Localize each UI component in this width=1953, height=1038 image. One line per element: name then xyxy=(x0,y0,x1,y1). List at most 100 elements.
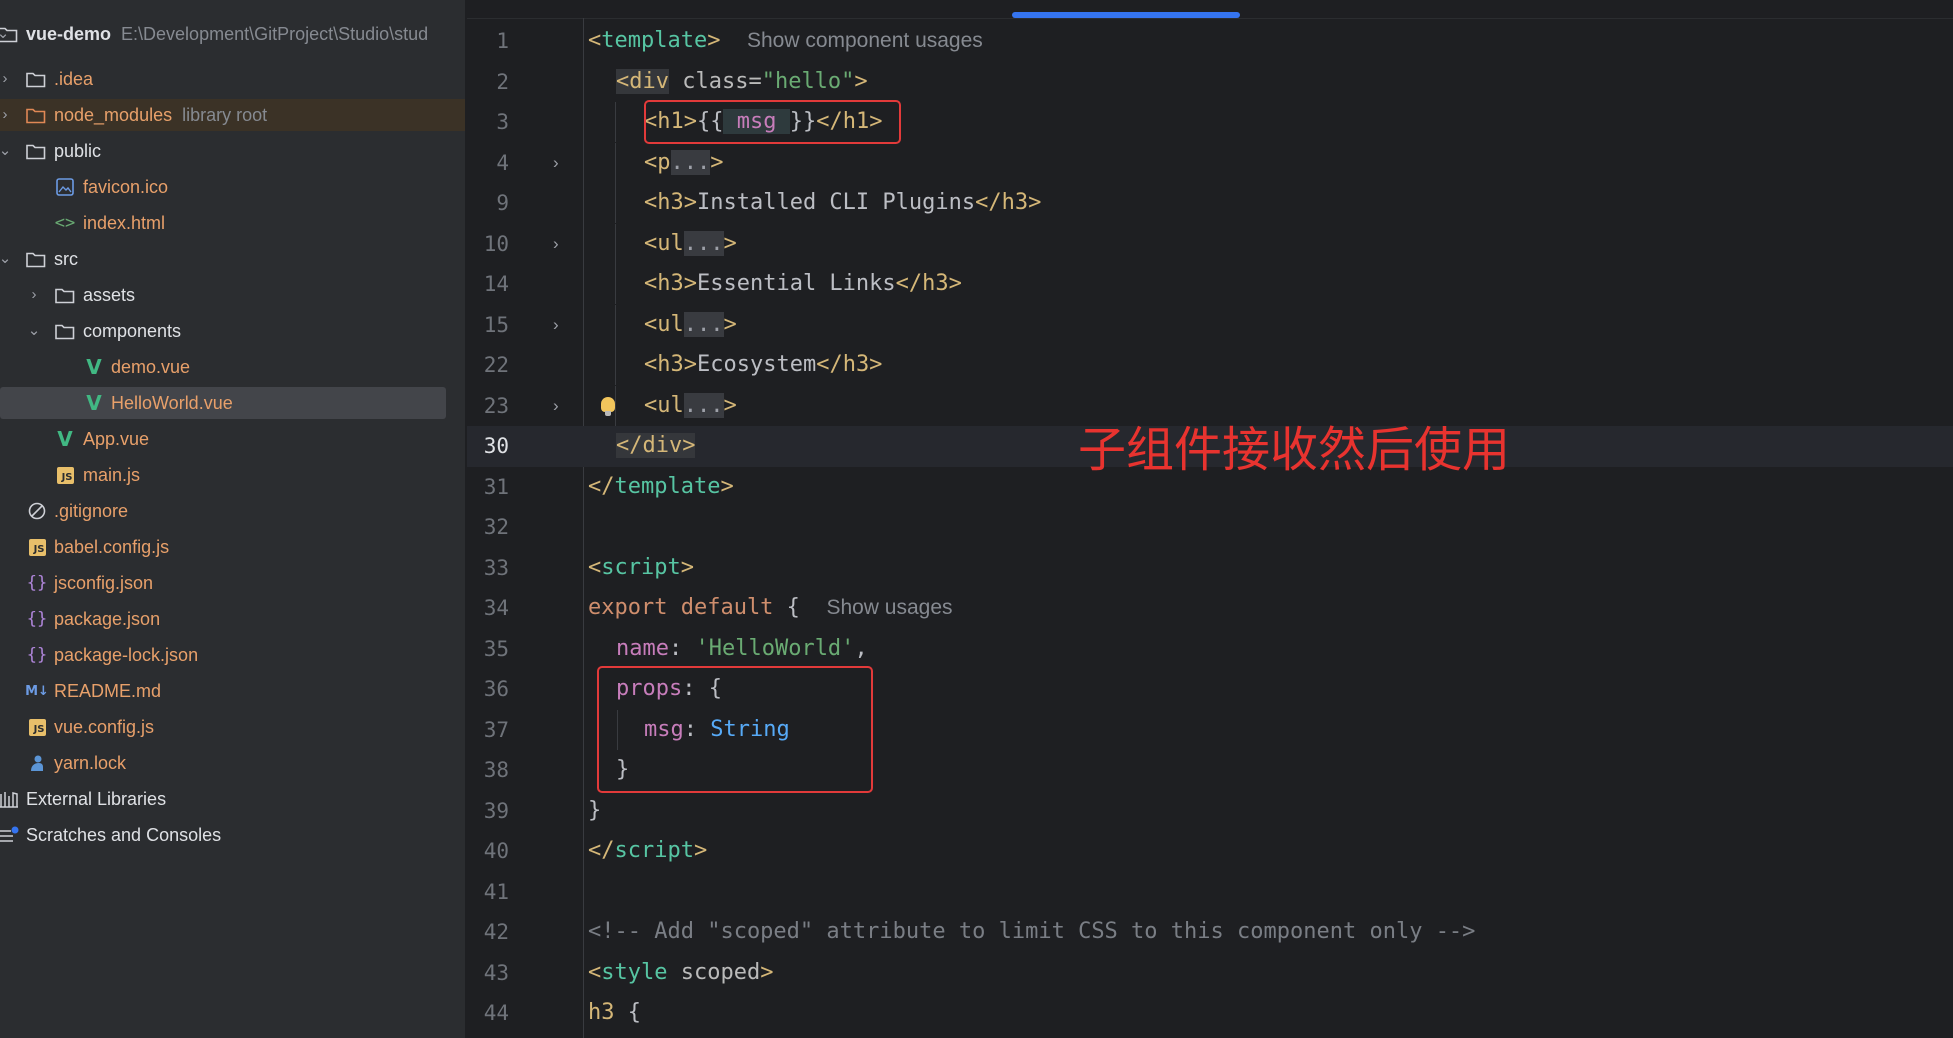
code-line[interactable]: 14 <h3>Essential Links</h3> xyxy=(467,264,1953,305)
fold-chevron-icon[interactable]: › xyxy=(553,305,559,345)
intention-bulb-icon[interactable] xyxy=(601,396,615,416)
libraries-icon xyxy=(0,788,21,810)
line-number: 41 xyxy=(483,879,509,904)
chevron-down-icon[interactable]: ⌄ xyxy=(0,243,14,275)
folder-icon xyxy=(24,68,48,90)
line-number: 36 xyxy=(483,677,509,701)
folded-region[interactable]: ... xyxy=(683,311,724,337)
code-line[interactable]: 41 xyxy=(467,872,1953,913)
line-number: 43 xyxy=(483,960,509,985)
project-tree: ⌄ vue-demo E:\Development\GitProject\Stud… xyxy=(0,0,466,1038)
fold-chevron-icon[interactable]: › xyxy=(553,224,559,264)
tree-item-gitignore[interactable]: .gitignore xyxy=(0,495,465,527)
line-number: 31 xyxy=(483,474,509,499)
tree-item-label: External Libraries xyxy=(26,789,167,809)
annotation-box-h1-msg xyxy=(644,100,901,144)
tree-item-components[interactable]: ⌄ components xyxy=(0,315,465,347)
image-file-icon xyxy=(53,176,77,198)
code-editor[interactable]: 1 <template> Show component usages 2 <di… xyxy=(467,0,1953,1038)
tree-item-babel-config[interactable]: JS babel.config.js xyxy=(0,531,465,563)
folder-icon xyxy=(24,248,48,270)
line-number: 30 xyxy=(483,434,509,458)
markdown-file-icon: M↓ xyxy=(25,683,49,699)
fold-chevron-icon[interactable]: › xyxy=(553,386,559,426)
tree-item-index-html[interactable]: <> index.html xyxy=(0,207,465,239)
tree-item-assets[interactable]: › assets xyxy=(0,279,465,311)
folder-icon xyxy=(24,104,48,126)
folder-icon xyxy=(53,284,77,306)
annotation-text: 子组件接收然后使用 xyxy=(1078,422,1511,478)
tree-item-external-libraries[interactable]: External Libraries xyxy=(0,783,465,815)
tree-item-public[interactable]: ⌄ public xyxy=(0,135,465,167)
component-usages-inlay[interactable]: Show component usages xyxy=(747,29,983,52)
json-file-icon: {} xyxy=(26,645,48,665)
tree-item-label: Scratches and Consoles xyxy=(26,825,222,845)
tree-item-package-lock[interactable]: {} package-lock.json xyxy=(0,639,465,671)
chevron-down-icon[interactable]: ⌄ xyxy=(25,315,43,347)
scratches-icon xyxy=(0,824,21,846)
code-line[interactable]: 2 <div class="hello"> xyxy=(467,62,1953,103)
tree-item-label: vue.config.js xyxy=(54,717,155,737)
folded-region[interactable]: ... xyxy=(683,392,724,418)
code-line[interactable]: 1 <template> Show component usages xyxy=(467,21,1953,62)
chevron-right-icon[interactable]: › xyxy=(0,63,14,95)
line-number: 15 xyxy=(483,312,509,337)
line-number: 40 xyxy=(483,839,509,863)
chevron-right-icon[interactable]: › xyxy=(25,279,43,311)
tree-item-package-json[interactable]: {} package.json xyxy=(0,603,465,635)
tree-item-jsconfig[interactable]: {} jsconfig.json xyxy=(0,567,465,599)
tree-item-label: node_modules xyxy=(54,105,173,125)
line-number: 1 xyxy=(496,29,509,53)
tree-item-app-vue[interactable]: V App.vue xyxy=(0,423,465,455)
code-line[interactable]: 10 › <ul...> xyxy=(467,223,1953,265)
project-path: E:\Development\GitProject\Studio\stud xyxy=(121,24,429,44)
tree-item-label: favicon.ico xyxy=(83,177,169,197)
tree-item-main-js[interactable]: JS main.js xyxy=(0,459,465,491)
tree-item-label: assets xyxy=(83,285,136,305)
line-number: 23 xyxy=(483,393,509,418)
code-line[interactable]: 40 </script> xyxy=(467,831,1953,872)
tree-item-label: .idea xyxy=(54,69,94,89)
code-line[interactable]: 15 › <ul...> xyxy=(467,304,1953,346)
tree-item-src[interactable]: ⌄ src xyxy=(0,243,465,275)
code-line[interactable]: 33 <script> xyxy=(467,548,1953,589)
tree-item-vue-demo[interactable]: ⌄ vue-demoE:\Development\GitProject\Stud… xyxy=(0,18,465,50)
code-line[interactable]: 34 export default { Show usages xyxy=(467,588,1953,629)
code-line[interactable]: 43 <style scoped> xyxy=(467,953,1953,994)
tree-item-label: App.vue xyxy=(83,429,150,449)
vue-file-icon: V xyxy=(57,427,73,451)
tree-item-idea[interactable]: › .idea xyxy=(0,63,465,95)
fold-chevron-icon[interactable]: › xyxy=(553,143,559,183)
tree-item-scratches[interactable]: Scratches and Consoles xyxy=(0,819,465,851)
tree-item-vue-config[interactable]: JS vue.config.js xyxy=(0,711,465,743)
js-file-icon: JS xyxy=(53,464,77,486)
code-line[interactable]: 39 } xyxy=(467,791,1953,832)
tree-item-label: README.md xyxy=(54,681,162,701)
tree-item-helloworld-vue[interactable]: V HelloWorld.vue xyxy=(0,387,446,419)
tree-item-yarn-lock[interactable]: yarn.lock xyxy=(0,747,465,779)
chevron-right-icon[interactable]: › xyxy=(0,99,14,131)
code-line[interactable]: 42 <!-- Add "scoped" attribute to limit … xyxy=(467,912,1953,953)
code-line[interactable]: 4 › <p...> xyxy=(467,142,1953,184)
code-line[interactable]: 22 <h3>Ecosystem</h3> xyxy=(467,345,1953,386)
code-line[interactable]: 32 xyxy=(467,507,1953,548)
code-line[interactable]: 9 <h3>Installed CLI Plugins</h3> xyxy=(467,183,1953,224)
js-file-icon: JS xyxy=(25,716,49,738)
folded-region[interactable]: ... xyxy=(670,149,711,175)
line-number: 32 xyxy=(483,515,509,539)
tree-item-label: demo.vue xyxy=(111,357,191,377)
tree-item-label: .gitignore xyxy=(54,501,129,521)
folded-region[interactable]: ... xyxy=(683,230,724,256)
tree-item-favicon[interactable]: favicon.ico xyxy=(0,171,465,203)
code-line[interactable]: 35 name: 'HelloWorld', xyxy=(467,629,1953,670)
tree-item-label: public xyxy=(54,141,102,161)
tree-item-demo-vue[interactable]: V demo.vue xyxy=(0,351,465,383)
tree-item-readme[interactable]: M↓ README.md xyxy=(0,675,465,707)
tree-item-node-modules[interactable]: › node_modules library root xyxy=(0,99,465,131)
tree-item-label: vue-demo xyxy=(26,24,112,44)
ignore-file-icon xyxy=(25,500,49,522)
code-line[interactable]: 44 h3 { xyxy=(467,993,1953,1034)
chevron-down-icon[interactable]: ⌄ xyxy=(0,135,14,167)
usages-inlay[interactable]: Show usages xyxy=(826,596,952,619)
line-number: 22 xyxy=(483,353,509,377)
